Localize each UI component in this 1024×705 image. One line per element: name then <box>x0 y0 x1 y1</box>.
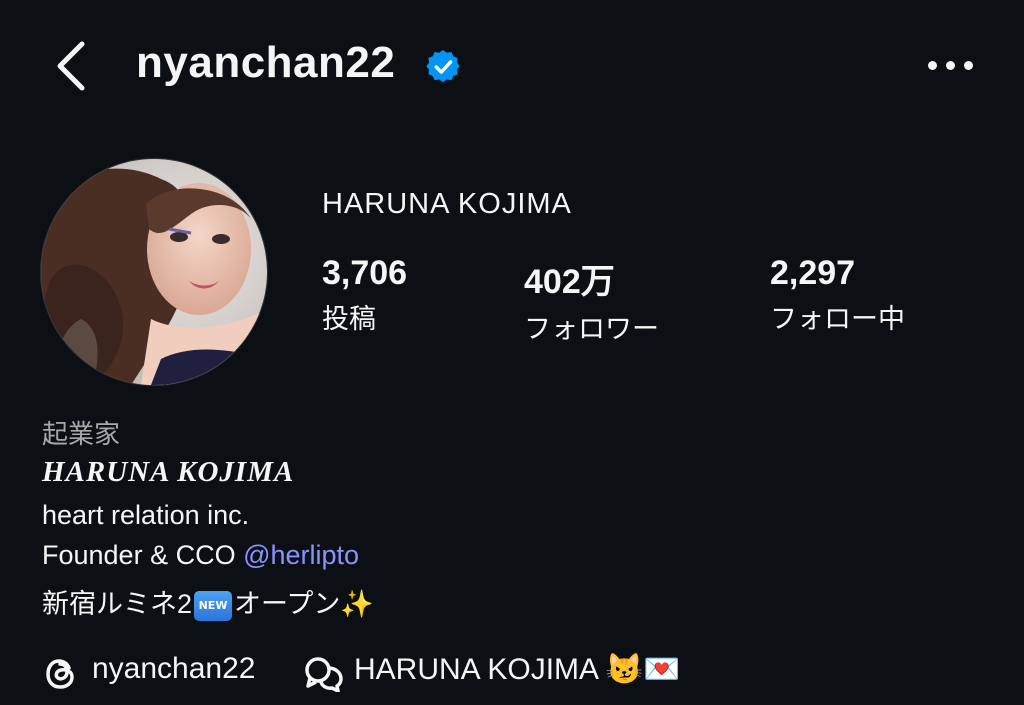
stat-label: 投稿 <box>322 304 376 335</box>
bio-line-role: Founder & CCO @herlipto <box>42 540 359 571</box>
back-button[interactable] <box>48 36 96 96</box>
facebook-name: HARUNA KOJIMA 😼💌 <box>354 652 680 687</box>
mention-link[interactable]: @herlipto <box>243 540 359 570</box>
bio-name: HARUNA KOJIMA <box>42 456 295 488</box>
profile-avatar[interactable] <box>40 158 268 386</box>
profile-display-name: HARUNA KOJIMA <box>322 188 572 220</box>
top-bar: nyanchan22 <box>0 0 1024 130</box>
bio-category: 起業家 <box>42 420 121 450</box>
stat-value: 2,297 <box>770 254 856 292</box>
stat-label: フォロワー <box>524 314 659 345</box>
cat-and-letter-emoji-icon: 😼💌 <box>605 653 681 686</box>
bio-role-text: Founder & CCO <box>42 540 244 570</box>
bio-line-company: heart relation inc. <box>42 500 250 530</box>
bio-location-text: 新宿ルミネ2 <box>42 589 193 619</box>
more-dot-icon <box>964 61 973 70</box>
stat-followers[interactable]: 402万 フォロワー <box>524 254 659 346</box>
chevron-left-icon <box>57 41 85 91</box>
verified-badge-icon <box>426 50 460 83</box>
more-dot-icon <box>946 61 955 70</box>
stat-value: 402万 <box>524 263 615 301</box>
new-badge-icon: NEW <box>194 590 233 621</box>
bio-open-text: オープン <box>234 589 341 619</box>
facebook-name-text: HARUNA KOJIMA <box>354 653 598 686</box>
stat-following[interactable]: 2,297 フォロー中 <box>770 254 905 336</box>
avatar-photo <box>41 159 267 385</box>
threads-handle: nyanchan22 <box>92 652 256 685</box>
sparkles-icon: ✨ <box>340 589 375 619</box>
stat-label: フォロー中 <box>770 304 905 335</box>
threads-icon <box>46 659 74 689</box>
bio-line-announcement: 新宿ルミネ2 NEW オープン✨ <box>42 582 374 621</box>
more-dot-icon <box>928 61 937 70</box>
more-options-button[interactable] <box>928 58 974 74</box>
stat-posts[interactable]: 3,706 投稿 <box>322 254 407 336</box>
username-title: nyanchan22 <box>136 38 396 87</box>
stat-value: 3,706 <box>322 254 408 292</box>
facebook-messenger-icon <box>305 657 343 692</box>
